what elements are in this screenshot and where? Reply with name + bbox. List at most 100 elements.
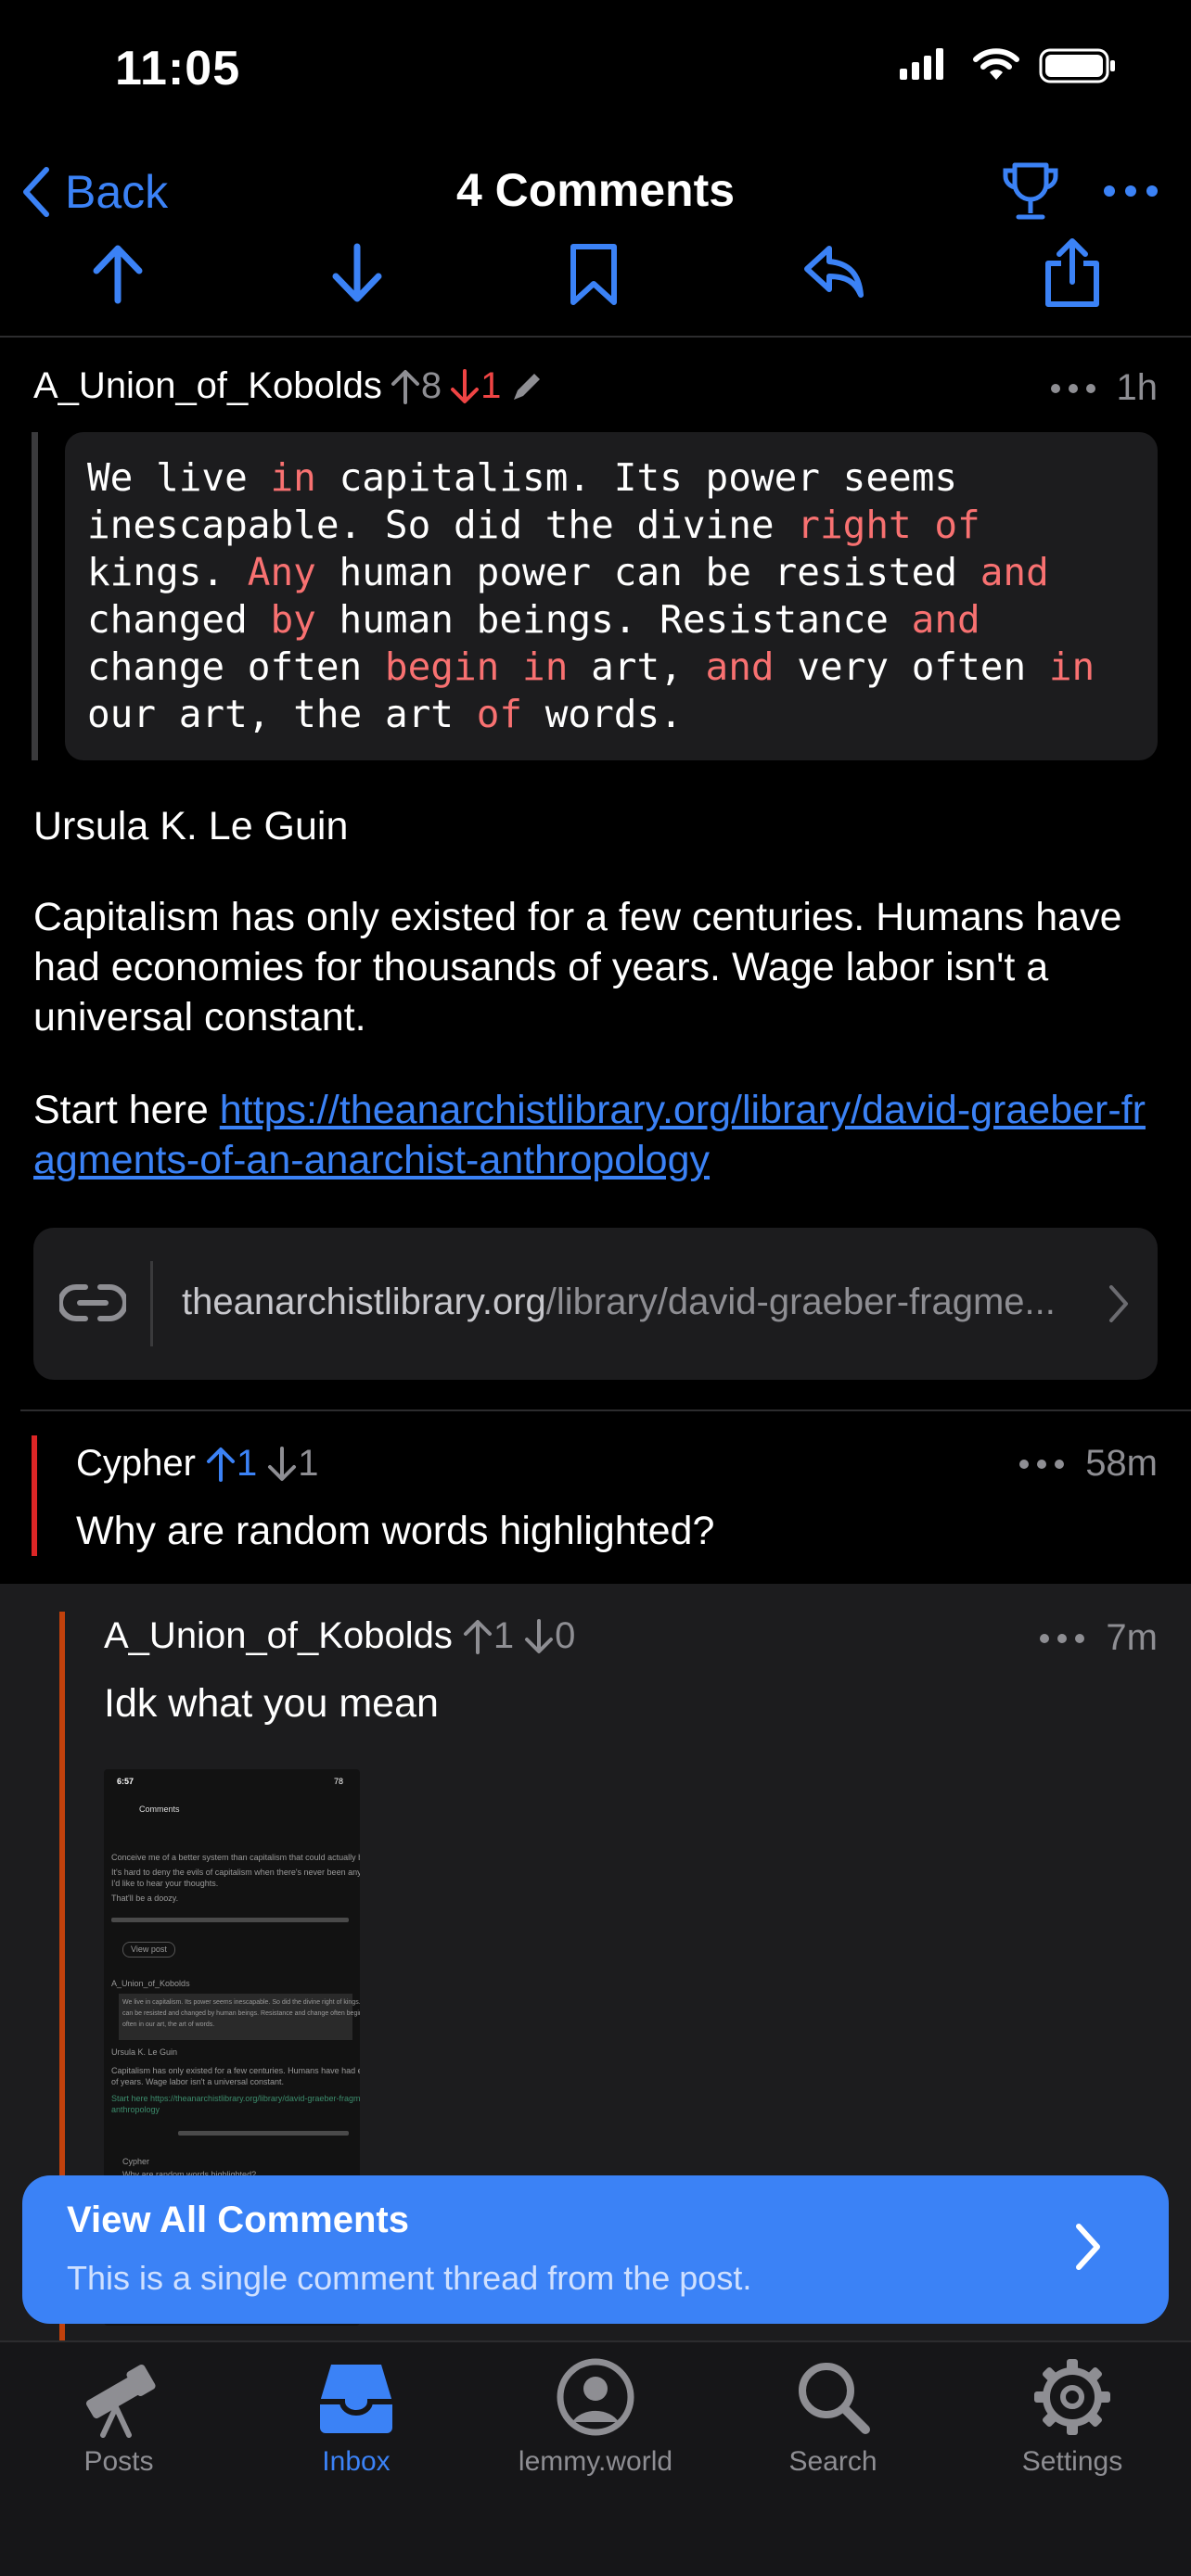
downvote-count[interactable]: 1 <box>449 365 501 407</box>
downvote-count[interactable]: 0 <box>523 1615 575 1657</box>
thumb-battery: 78 <box>334 1777 344 1786</box>
comment-author[interactable]: A_Union_of_Kobolds <box>104 1615 453 1657</box>
up-arrow-icon <box>206 1447 235 1482</box>
link-path: /library/david-graeber-fragme... <box>545 1282 1056 1322</box>
banner-title: View All Comments <box>67 2200 409 2240</box>
tab-settings[interactable]: Settings <box>954 2355 1191 2478</box>
tab-account[interactable]: lemmy.world <box>477 2355 714 2478</box>
code-line: changed by human beings. Resistance and <box>87 597 980 642</box>
upvote-post-icon[interactable] <box>89 243 147 304</box>
link-preview-url: theanarchistlibrary.org/library/david-gr… <box>182 1282 1100 1323</box>
code-block: We live in capitalism. Its power seems i… <box>65 432 1158 760</box>
comment-time: 1h <box>1050 367 1159 409</box>
tab-posts[interactable]: Posts <box>0 2355 237 2478</box>
thumb-toolbar <box>178 2131 349 2136</box>
comment-time-label: 58m <box>1085 1443 1158 1484</box>
down-arrow-icon <box>451 368 480 403</box>
wifi-icon <box>972 46 1020 82</box>
downvote-number: 1 <box>480 365 502 406</box>
upvote-count[interactable]: 8 <box>390 365 442 407</box>
thumb-line: of years. Wage labor isn't a universal c… <box>111 2077 284 2086</box>
comment-time-label: 7m <box>1106 1617 1158 1658</box>
trophy-icon[interactable] <box>1000 159 1061 224</box>
upvote-count[interactable]: 1 <box>462 1615 514 1657</box>
comment-time: 58m <box>1018 1443 1158 1485</box>
reply-icon[interactable] <box>801 243 866 300</box>
gear-icon <box>1034 2359 1110 2435</box>
downvote-count[interactable]: 1 <box>266 1443 318 1485</box>
toolbar-divider <box>0 336 1191 338</box>
quote-attribution: Ursula K. Le Guin <box>33 804 349 848</box>
tab-label: lemmy.world <box>518 2446 673 2477</box>
start-here-text: Start here <box>33 1088 220 1132</box>
code-line: change often begin in art, and very ofte… <box>87 644 1095 689</box>
thumb-line: Ursula K. Le Guin <box>111 2047 178 2057</box>
thumb-line: We live in capitalism. Its power seems i… <box>122 1999 360 2006</box>
thread-depth-bar <box>32 1435 37 1556</box>
comment-more-icon[interactable] <box>1018 1459 1065 1470</box>
tab-search[interactable]: Search <box>714 2355 952 2478</box>
comment-header: A_Union_of_Kobolds 8 1 <box>33 365 545 407</box>
tab-label: Inbox <box>322 2446 391 2477</box>
comment-more-icon[interactable] <box>1039 1633 1085 1644</box>
thumb-line: Start here https://theanarchistlibrary.o… <box>111 2094 360 2103</box>
comment-author[interactable]: A_Union_of_Kobolds <box>33 365 382 407</box>
thumb-title: Comments <box>139 1804 180 1814</box>
upvote-number: 8 <box>420 365 442 406</box>
up-arrow-icon <box>463 1619 492 1654</box>
down-arrow-icon <box>268 1446 297 1481</box>
downvote-number: 1 <box>298 1443 319 1484</box>
comment-header: Cypher 1 1 <box>76 1443 318 1485</box>
code-line: inescapable. So did the divine right of <box>87 503 980 547</box>
thumb-line: anthropology <box>111 2105 160 2114</box>
thumb-line: Conceive me of a better system than capi… <box>111 1853 360 1862</box>
comment-author[interactable]: Cypher <box>76 1443 196 1485</box>
magnifier-icon <box>799 2363 870 2434</box>
down-arrow-icon <box>525 1618 554 1653</box>
comment-paragraph: Capitalism has only existed for a few ce… <box>33 895 1122 1039</box>
tab-label: Settings <box>1021 2446 1123 2477</box>
view-all-comments-banner[interactable]: View All Comments This is a single comme… <box>22 2175 1169 2324</box>
inbox-tray-icon <box>320 2365 392 2433</box>
status-time: 11:05 <box>115 42 241 96</box>
profile-circle-icon <box>557 2358 634 2436</box>
comment-more-icon[interactable] <box>1050 383 1096 394</box>
downvote-post-icon[interactable] <box>328 243 386 304</box>
upvote-number: 1 <box>236 1443 258 1484</box>
link-preview-card[interactable]: theanarchistlibrary.org/library/david-gr… <box>33 1228 1158 1380</box>
code-line: kings. Any human power can be resisted a… <box>87 550 1049 594</box>
link-separator <box>150 1261 153 1346</box>
comment-body: Idk what you mean <box>104 1681 439 1726</box>
upvote-count[interactable]: 1 <box>205 1443 257 1485</box>
comment-header: A_Union_of_Kobolds 1 0 <box>104 1615 575 1657</box>
bookmark-icon[interactable] <box>568 243 620 306</box>
comment-paragraph-link: Start here https://theanarchistlibrary.o… <box>33 1085 1158 1185</box>
comment-divider <box>20 1409 1191 1411</box>
thumb-line: View post <box>122 1942 175 1958</box>
more-options-icon[interactable] <box>1102 184 1159 198</box>
quote-bar <box>32 432 38 760</box>
share-icon[interactable] <box>1043 237 1102 308</box>
link-icon <box>59 1280 126 1326</box>
battery-icon <box>1039 48 1117 83</box>
thumb-line: Cypher <box>122 2157 150 2166</box>
thumb-line: I'd like to hear your thoughts. <box>111 1879 219 1888</box>
thumb-line: Capitalism has only existed for a few ce… <box>111 2066 360 2075</box>
downvote-number: 0 <box>555 1615 576 1656</box>
cellular-signal-icon <box>900 48 944 80</box>
edited-pencil-icon <box>508 368 545 405</box>
tab-label: Posts <box>83 2446 154 2477</box>
thumb-line: often in our art, the art of words. <box>122 2021 215 2028</box>
telescope-icon <box>85 2364 156 2438</box>
thumb-toolbar <box>111 1918 349 1922</box>
thumb-line: That'll be a doozy. <box>111 1894 179 1903</box>
comment-time-label: 1h <box>1116 367 1159 408</box>
comment-time: 7m <box>1039 1617 1158 1659</box>
thumb-time: 6:57 <box>117 1777 134 1786</box>
code-line: We live in capitalism. Its power seems <box>87 455 958 500</box>
tab-inbox[interactable]: Inbox <box>237 2355 475 2478</box>
thumb-line: It's hard to deny the evils of capitalis… <box>111 1868 360 1877</box>
upvote-number: 1 <box>493 1615 515 1656</box>
thumb-line: A_Union_of_Kobolds <box>111 1979 190 1988</box>
link-host: theanarchistlibrary.org <box>182 1282 546 1322</box>
